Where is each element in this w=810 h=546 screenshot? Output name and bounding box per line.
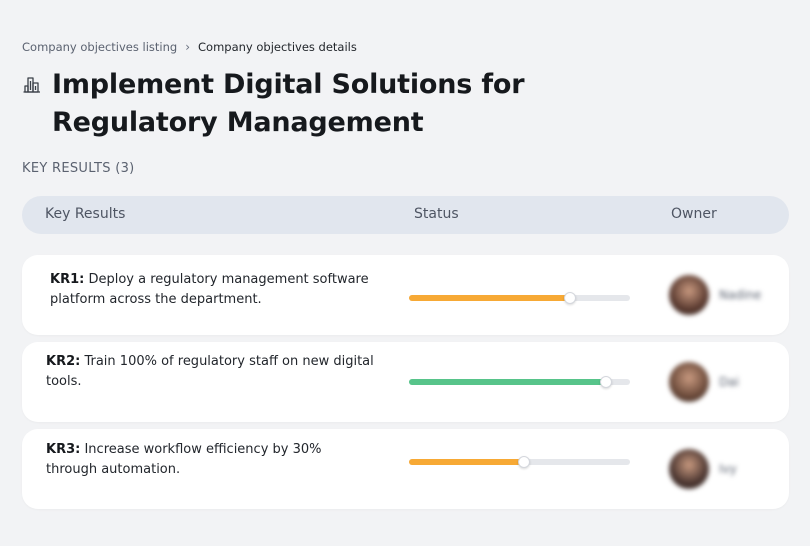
breadcrumb: Company objectives listing › Company obj… [22, 40, 357, 54]
progress-track [409, 292, 630, 304]
avatar [669, 449, 709, 489]
owner-name: Dai [719, 375, 739, 389]
column-header-status: Status [414, 206, 459, 222]
owner[interactable]: Ivy [669, 449, 737, 489]
key-result-code: KR2: [46, 354, 81, 369]
progress-track [409, 456, 630, 468]
avatar [669, 362, 709, 402]
key-results-count-label: KEY RESULTS (3) [22, 161, 135, 176]
key-result-row[interactable]: KR3: Increase workflow efficiency by 30%… [22, 429, 789, 509]
progress-slider-handle[interactable] [599, 376, 612, 388]
column-header-owner: Owner [671, 206, 717, 222]
progress-slider-handle[interactable] [564, 292, 577, 304]
breadcrumb-current: Company objectives details [198, 40, 357, 54]
key-result-code: KR3: [46, 442, 81, 457]
avatar [669, 275, 709, 315]
column-header-key-results: Key Results [45, 206, 126, 222]
progress-slider-handle[interactable] [517, 456, 530, 468]
progress-track [409, 376, 630, 388]
key-result-text: Increase workflow efficiency by 30% thro… [46, 442, 322, 477]
owner-name: Nadine [719, 288, 762, 302]
chevron-right-icon: › [185, 40, 191, 54]
owner[interactable]: Dai [669, 362, 739, 402]
key-result-description: KR1: Deploy a regulatory management soft… [50, 270, 380, 310]
breadcrumb-parent-link[interactable]: Company objectives listing [22, 40, 177, 54]
owner-name: Ivy [719, 462, 737, 476]
progress-fill [409, 459, 524, 465]
key-result-description: KR3: Increase workflow efficiency by 30%… [46, 440, 376, 480]
key-result-text: Deploy a regulatory management software … [50, 272, 369, 307]
progress-fill [409, 379, 606, 385]
building-icon [23, 77, 40, 93]
key-result-text: Train 100% of regulatory staff on new di… [46, 354, 374, 389]
objective-details-page: Company objectives listing › Company obj… [0, 0, 810, 546]
key-result-row[interactable]: KR2: Train 100% of regulatory staff on n… [22, 342, 789, 422]
key-result-code: KR1: [50, 272, 85, 287]
progress-fill [409, 295, 571, 301]
page-title: Implement Digital Solutions for Regulato… [52, 69, 525, 138]
objective-header: Implement Digital Solutions for Regulato… [22, 66, 652, 142]
table-header: Key Results Status Owner [22, 196, 789, 234]
key-result-description: KR2: Train 100% of regulatory staff on n… [46, 352, 376, 392]
key-result-row[interactable]: KR1: Deploy a regulatory management soft… [22, 255, 789, 335]
owner[interactable]: Nadine [669, 275, 761, 315]
